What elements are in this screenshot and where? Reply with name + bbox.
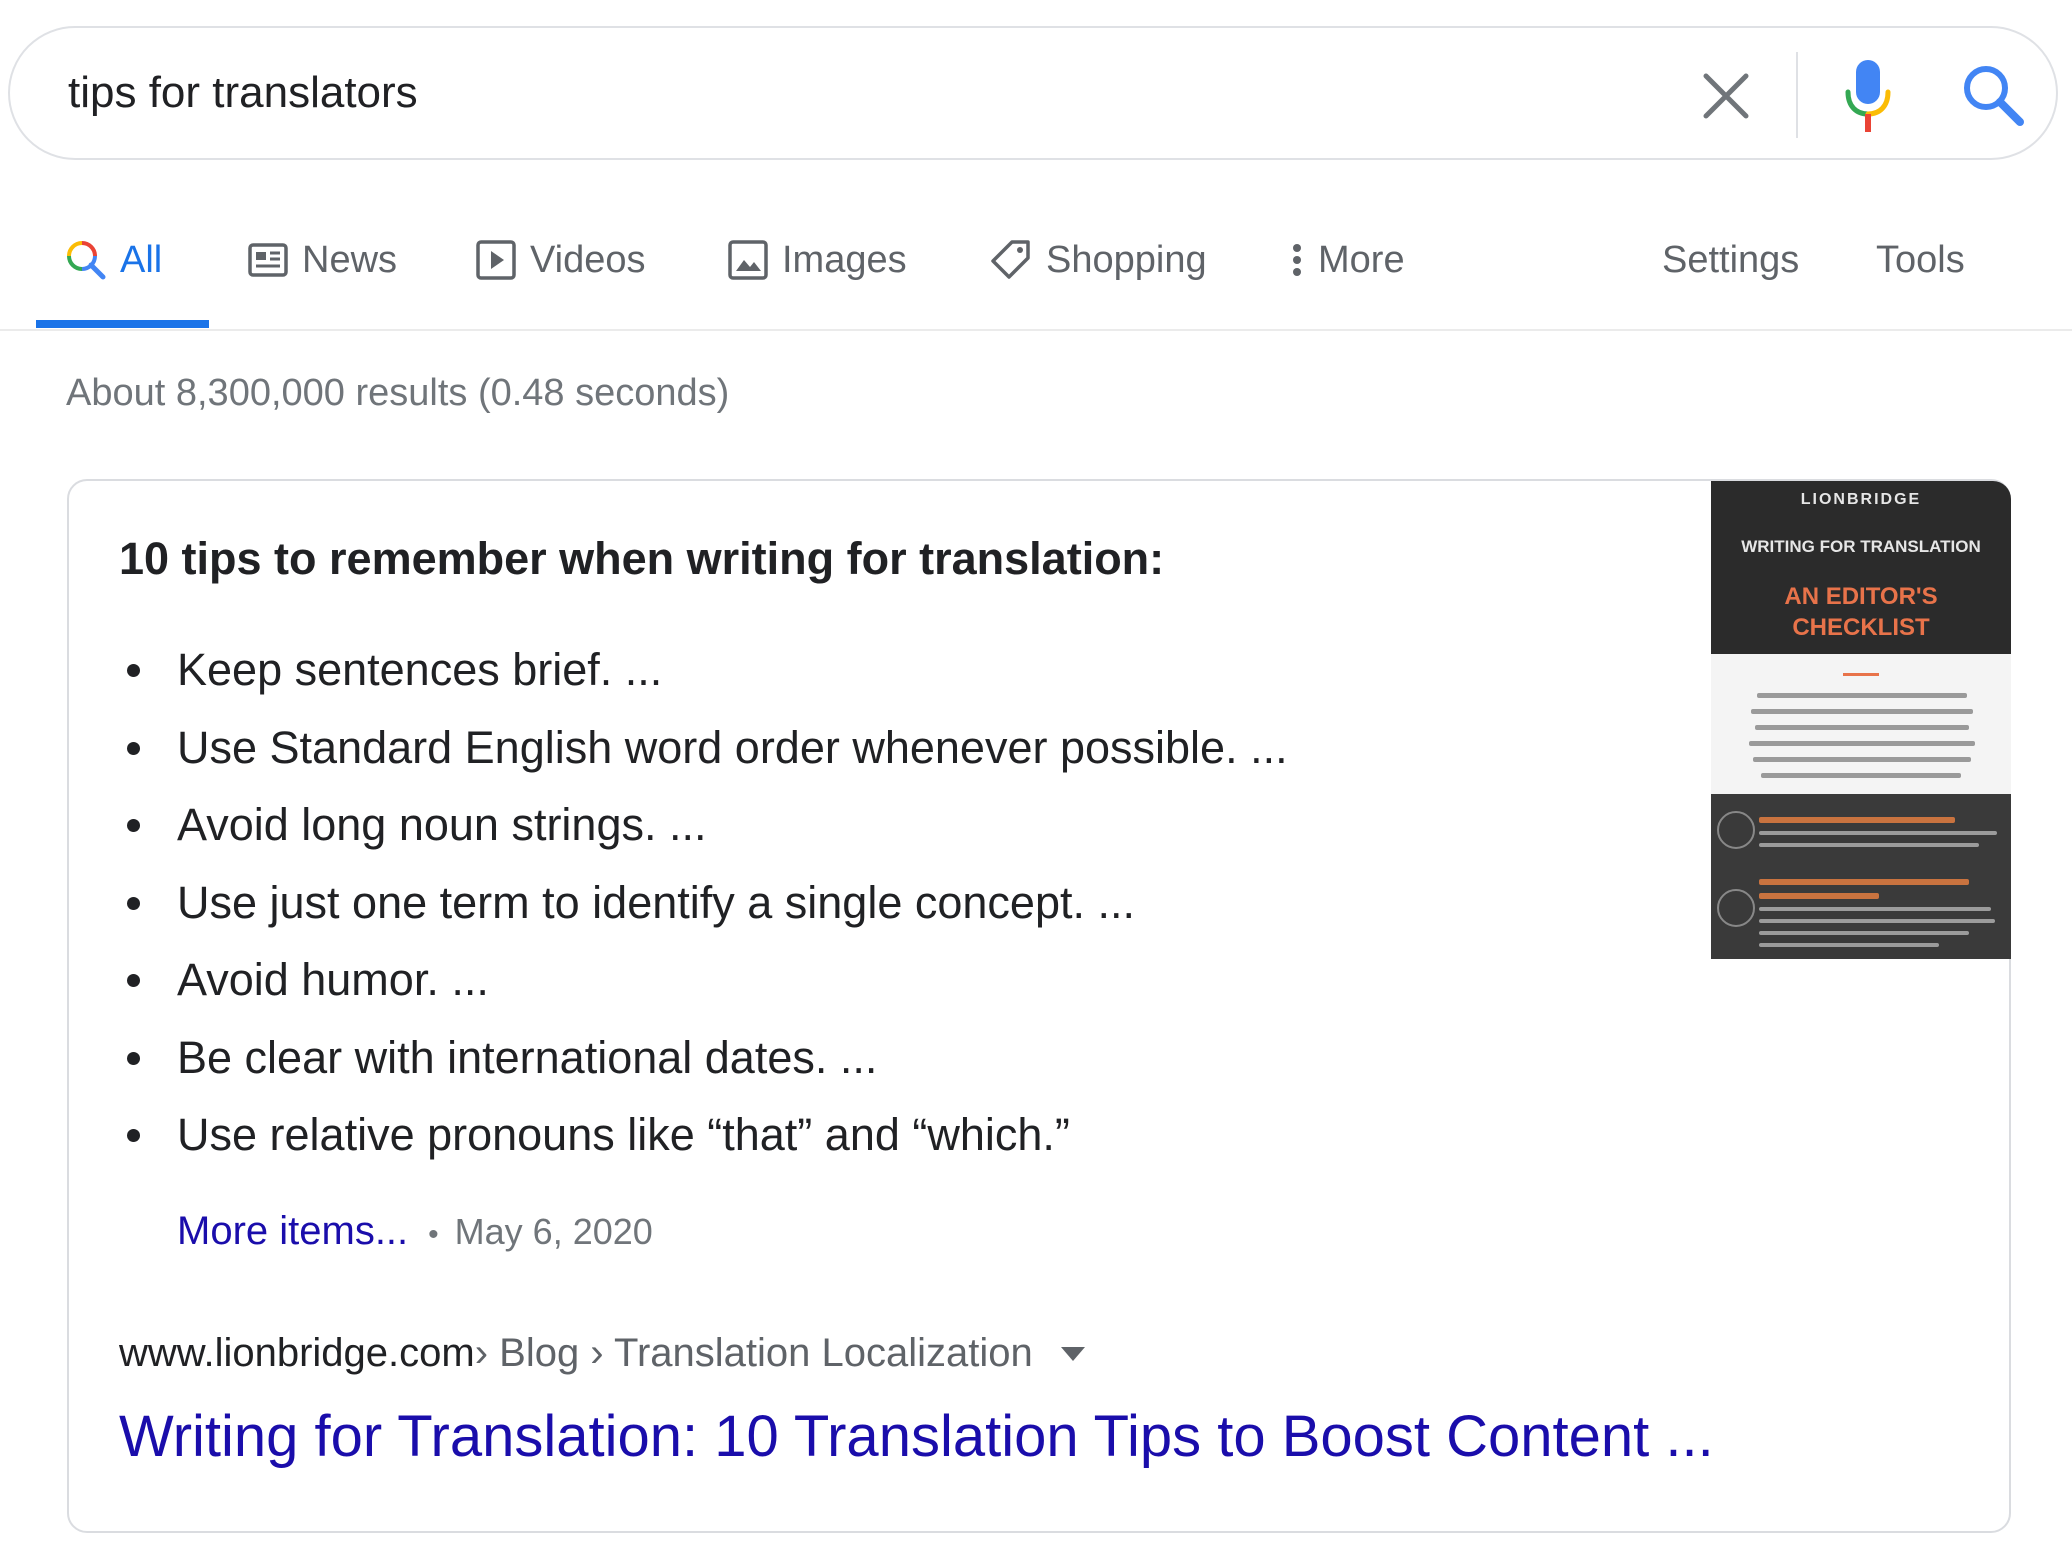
thumbnail-subtitle: WRITING FOR TRANSLATION: [1741, 537, 1981, 556]
thumbnail-step-line: [1759, 831, 1997, 835]
thumbnail-text-line: [1749, 741, 1975, 746]
list-item: Use relative pronouns like “that” and “w…: [119, 1096, 1288, 1174]
thumbnail-step-line: [1759, 931, 1969, 935]
thumbnail-brand: LIONBRIDGE: [1800, 491, 1922, 508]
search-input[interactable]: tips for translators: [68, 68, 418, 118]
tab-shopping[interactable]: Shopping: [990, 230, 1207, 290]
more-vert-icon: [1290, 240, 1304, 280]
thumbnail-text-line: [1755, 725, 1969, 730]
breadcrumb-domain: www.lionbridge.com: [119, 1331, 475, 1375]
thumbnail-text-line: [1751, 709, 1973, 714]
result-title-link[interactable]: Writing for Translation: 10 Translation …: [119, 1403, 1714, 1470]
search-divider: [1796, 52, 1798, 138]
more-items-link[interactable]: More items...: [177, 1209, 408, 1254]
thumbnail-step-line: [1759, 893, 1879, 899]
list-item: Use just one term to identify a single c…: [119, 864, 1288, 942]
tab-label: News: [302, 238, 398, 281]
snippet-thumbnail[interactable]: LIONBRIDGE WRITING FOR TRANSLATION AN ED…: [1711, 481, 2011, 959]
thumbnail-step-line: [1759, 817, 1955, 823]
breadcrumb-path: › Blog › Translation Localization: [474, 1331, 1033, 1375]
more-items-row: More items... • May 6, 2020: [177, 1209, 653, 1254]
thumbnail-step-line: [1759, 943, 1939, 947]
tabs-divider: [0, 329, 2072, 331]
tab-all[interactable]: All: [66, 230, 162, 290]
tools-label: Tools: [1876, 238, 1965, 281]
microphone-icon[interactable]: [1844, 58, 1892, 136]
breadcrumb: www.lionbridge.com › Blog › Translation …: [119, 1331, 1085, 1376]
list-item: Use Standard English word order whenever…: [119, 709, 1288, 787]
caret-down-icon[interactable]: [1060, 1346, 1085, 1361]
thumbnail-text-line: [1757, 693, 1967, 698]
list-item: Be clear with international dates. ...: [119, 1019, 1288, 1097]
snippet-date: May 6, 2020: [454, 1211, 653, 1252]
thumbnail-text-line: [1761, 773, 1961, 778]
search-icon[interactable]: [1960, 62, 2026, 128]
settings-button[interactable]: Settings: [1662, 230, 1799, 290]
separator-dot: •: [428, 1218, 439, 1251]
thumbnail-step-line: [1759, 907, 1991, 911]
search-icon: [66, 240, 106, 280]
thumbnail-step-circle: [1717, 889, 1755, 927]
featured-snippet: 10 tips to remember when writing for tra…: [67, 479, 2011, 1533]
tab-label: Shopping: [1046, 238, 1207, 281]
result-stats: About 8,300,000 results (0.48 seconds): [66, 372, 730, 414]
tab-videos[interactable]: Videos: [476, 230, 646, 290]
thumbnail-headline-1: AN EDITOR'S: [1784, 583, 1938, 610]
snippet-list: Keep sentences brief. ... Use Standard E…: [119, 631, 1288, 1174]
tab-more[interactable]: More: [1290, 230, 1405, 290]
thumbnail-headline: AN EDITOR'S CHECKLIST: [1711, 581, 2011, 643]
thumbnail-accent-line: [1843, 673, 1879, 676]
thumbnail-step-line: [1759, 879, 1969, 885]
thumbnail-text-line: [1753, 757, 1971, 762]
search-bar: tips for translators: [8, 26, 2058, 160]
news-icon: [248, 242, 288, 278]
tab-label: All: [120, 238, 163, 281]
tab-label: More: [1318, 238, 1405, 281]
thumbnail-step-circle: [1717, 811, 1755, 849]
list-item: Avoid humor. ...: [119, 941, 1288, 1019]
tools-button[interactable]: Tools: [1876, 230, 1965, 290]
settings-label: Settings: [1662, 238, 1800, 281]
tab-news[interactable]: News: [248, 230, 397, 290]
snippet-title: 10 tips to remember when writing for tra…: [119, 533, 1165, 584]
tab-label: Videos: [530, 238, 646, 281]
active-tab-indicator: [36, 320, 209, 328]
list-item: Keep sentences brief. ...: [119, 631, 1288, 709]
video-icon: [476, 240, 516, 280]
image-icon: [728, 240, 768, 280]
tag-icon: [990, 239, 1032, 281]
thumbnail-step-line: [1759, 843, 1979, 847]
tab-label: Images: [782, 238, 907, 281]
thumbnail-headline-2: CHECKLIST: [1792, 614, 1930, 641]
list-item: Avoid long noun strings. ...: [119, 786, 1288, 864]
search-tabs: All News Videos Images Shopping More Set…: [0, 200, 2072, 330]
close-icon[interactable]: [1698, 68, 1754, 124]
thumbnail-step-line: [1759, 919, 1995, 923]
tab-images[interactable]: Images: [728, 230, 907, 290]
